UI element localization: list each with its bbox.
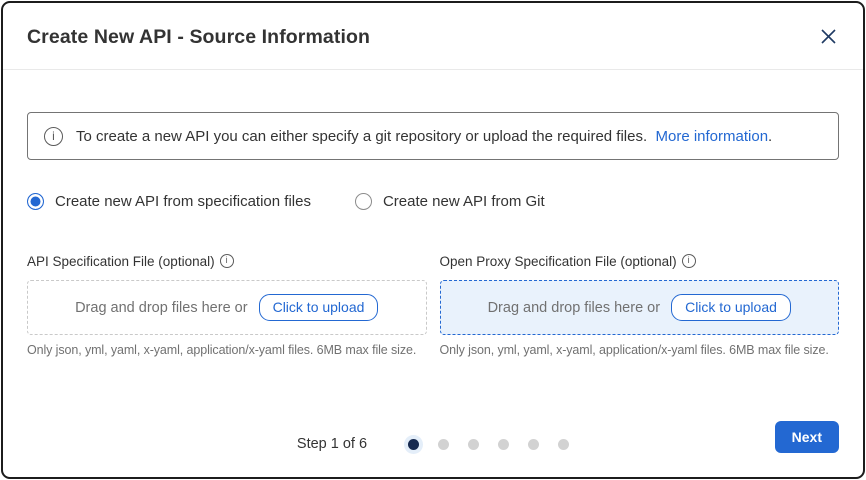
radio-create-from-spec-files[interactable]: Create new API from specification files [27, 193, 311, 210]
radio-selected-icon [27, 193, 44, 210]
info-banner: i To create a new API you can either spe… [27, 112, 839, 160]
modal-header: Create New API - Source Information [3, 3, 863, 50]
more-information-link[interactable]: More information [656, 128, 769, 145]
drag-drop-text: Drag and drop files here or [75, 300, 248, 316]
step-dot [498, 439, 509, 450]
field-label-text: API Specification File (optional) [27, 254, 215, 269]
api-spec-dropzone[interactable]: Drag and drop files here or Click to upl… [27, 280, 427, 335]
drag-drop-text: Drag and drop files here or [488, 300, 661, 316]
create-api-modal: Create New API - Source Information i To… [1, 1, 865, 479]
source-radio-group: Create new API from specification files … [27, 193, 839, 210]
step-dot [528, 439, 539, 450]
radio-unselected-icon [355, 193, 372, 210]
banner-message: To create a new API you can either speci… [76, 128, 647, 145]
wizard-footer: Step 1 of 6 [3, 436, 863, 452]
banner-text: To create a new API you can either speci… [76, 128, 772, 145]
api-spec-section: API Specification File (optional) i Drag… [27, 254, 427, 357]
next-button[interactable]: Next [775, 421, 839, 453]
proxy-spec-label: Open Proxy Specification File (optional)… [440, 254, 840, 269]
proxy-spec-dropzone[interactable]: Drag and drop files here or Click to upl… [440, 280, 840, 335]
file-type-hint: Only json, yml, yaml, x-yaml, applicatio… [27, 343, 427, 357]
field-label-text: Open Proxy Specification File (optional) [440, 254, 677, 269]
banner-suffix: . [768, 128, 772, 145]
click-to-upload-button[interactable]: Click to upload [259, 294, 379, 321]
upload-columns: API Specification File (optional) i Drag… [27, 254, 839, 357]
info-icon[interactable]: i [682, 254, 696, 268]
info-icon[interactable]: i [220, 254, 234, 268]
close-icon [820, 28, 837, 45]
step-dot [408, 439, 419, 450]
step-dot [438, 439, 449, 450]
step-dot [558, 439, 569, 450]
modal-title: Create New API - Source Information [27, 24, 370, 50]
radio-label: Create new API from Git [383, 193, 545, 210]
modal-content: i To create a new API you can either spe… [3, 112, 863, 357]
header-divider [3, 69, 863, 70]
step-dot [468, 439, 479, 450]
click-to-upload-button[interactable]: Click to upload [671, 294, 791, 321]
file-type-hint: Only json, yml, yaml, x-yaml, applicatio… [440, 343, 840, 357]
step-indicator [408, 439, 569, 450]
info-icon: i [44, 127, 63, 146]
step-counter: Step 1 of 6 [297, 436, 367, 452]
radio-label: Create new API from specification files [55, 193, 311, 210]
close-button[interactable] [818, 26, 839, 47]
proxy-spec-section: Open Proxy Specification File (optional)… [440, 254, 840, 357]
api-spec-label: API Specification File (optional) i [27, 254, 427, 269]
radio-create-from-git[interactable]: Create new API from Git [355, 193, 545, 210]
